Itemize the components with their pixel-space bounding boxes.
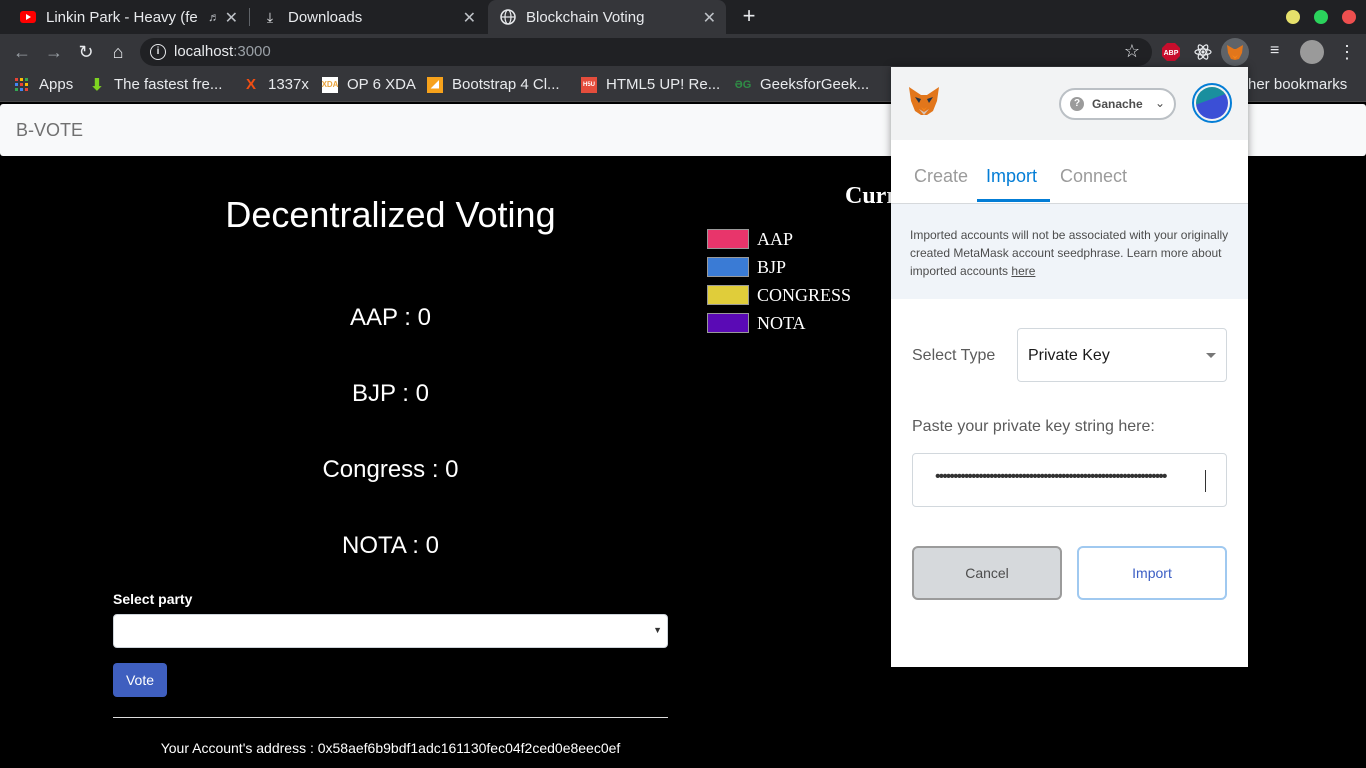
network-selector[interactable]: ? Ganache ⌄	[1059, 88, 1176, 120]
bookmark-fastest[interactable]: ⬇ The fastest fre...	[89, 76, 222, 94]
close-window-button[interactable]	[1342, 10, 1356, 24]
tab-import[interactable]: Import	[986, 166, 1037, 187]
svg-text:ABP: ABP	[1164, 50, 1179, 57]
profile-avatar[interactable]	[1300, 40, 1324, 64]
divider	[113, 717, 668, 718]
close-icon[interactable]: ✕	[463, 8, 476, 28]
new-tab-button[interactable]: +	[738, 5, 760, 27]
active-tab-indicator	[977, 199, 1050, 202]
youtube-icon	[20, 9, 36, 25]
select-type-dropdown[interactable]: Private Key	[1017, 328, 1227, 382]
metamask-header: ? Ganache ⌄	[891, 67, 1248, 140]
close-icon[interactable]: ✕	[225, 8, 238, 28]
speaker-icon: ♬	[208, 10, 220, 24]
chevron-down-icon: ⌄	[1154, 96, 1165, 110]
maximize-button[interactable]	[1314, 10, 1328, 24]
tab-title: Linkin Park - Heavy (fe	[46, 8, 198, 26]
tab-linkin-park[interactable]: Linkin Park - Heavy (fe ♬ ✕	[8, 0, 248, 34]
legend-item-bjp: BJP	[707, 257, 786, 277]
bootstrap-icon: ◢	[427, 76, 443, 93]
apps-grid-icon	[14, 77, 30, 93]
bookmark-1337x[interactable]: X 1337x	[243, 76, 309, 93]
caret-down-icon: ▼	[653, 625, 662, 635]
info-icon[interactable]: i	[150, 44, 166, 60]
private-key-input[interactable]: ••••••••••••••••••••••••••••••••••••••••…	[912, 453, 1227, 507]
tab-connect[interactable]: Connect	[1060, 166, 1127, 187]
dropdown-arrow-icon	[1206, 353, 1216, 358]
bookmark-geeksforgeeks[interactable]: ƏG GeeksforGeek...	[735, 76, 869, 93]
xda-icon: XDA	[322, 76, 338, 93]
tab-downloads[interactable]: ⤓ Downloads ✕	[250, 0, 486, 34]
select-party-label: Select party	[113, 591, 193, 607]
import-button[interactable]: Import	[1077, 546, 1227, 600]
cancel-button[interactable]: Cancel	[912, 546, 1062, 600]
close-icon[interactable]: ✕	[703, 8, 716, 28]
download-icon: ⤓	[266, 8, 274, 25]
legend-swatch	[707, 313, 749, 333]
home-button[interactable]: ⌂	[107, 41, 129, 63]
x-logo-icon: X	[245, 76, 256, 93]
account-avatar[interactable]	[1192, 83, 1232, 123]
question-icon: ?	[1070, 97, 1084, 111]
page-title: Decentralized Voting	[225, 194, 556, 235]
reload-button[interactable]: ↻	[75, 41, 97, 63]
account-address: Your Account's address : 0x58aef6b9bdf1a…	[160, 740, 621, 756]
import-notice: Imported accounts will not be associated…	[891, 204, 1248, 299]
count-nota: NOTA : 0	[342, 532, 439, 559]
html5up-icon: H5U	[581, 76, 597, 93]
learn-more-link[interactable]: here	[1011, 264, 1035, 278]
private-key-label: Paste your private key string here:	[912, 418, 1155, 435]
bookmark-html5up[interactable]: H5U HTML5 UP! Re...	[581, 76, 720, 93]
bookmark-apps[interactable]: Apps	[14, 76, 73, 93]
metamask-fox-icon[interactable]	[907, 85, 941, 117]
browser-toolbar: ← → ↻ ⌂ i localhost:3000 ☆ ABP ≡ ⋮	[0, 34, 1366, 70]
count-bjp: BJP : 0	[352, 380, 429, 407]
adblock-plus-icon[interactable]: ABP	[1161, 42, 1181, 62]
legend-swatch	[707, 257, 749, 277]
address-bar[interactable]: i localhost:3000 ☆	[140, 38, 1152, 66]
bookmark-bootstrap[interactable]: ◢ Bootstrap 4 Cl...	[427, 76, 560, 93]
tab-blockchain-voting[interactable]: Blockchain Voting ✕	[488, 0, 726, 34]
chart-title: Curr	[845, 183, 897, 209]
select-type-label: Select Type	[912, 347, 996, 364]
browser-tab-strip: Linkin Park - Heavy (fe ♬ ✕ ⤓ Downloads …	[0, 0, 1366, 34]
brand-logo[interactable]: B-VOTE	[16, 120, 83, 141]
download-arrow-icon: ⬇	[90, 76, 104, 94]
party-select[interactable]: ▼	[113, 614, 668, 648]
bookmark-op6-xda[interactable]: XDA OP 6 XDA	[322, 76, 416, 93]
gfg-icon: ƏG	[734, 78, 752, 91]
back-button[interactable]: ←	[11, 41, 33, 63]
metamask-popup: ? Ganache ⌄ Create Import Connect Import…	[891, 67, 1248, 667]
vote-button[interactable]: Vote	[113, 663, 167, 697]
tab-title: Downloads	[288, 8, 363, 26]
legend-swatch	[707, 285, 749, 305]
count-congress: Congress : 0	[322, 456, 459, 483]
menu-icon[interactable]: ⋮	[1338, 42, 1358, 62]
count-aap: AAP : 0	[350, 304, 431, 331]
minimize-button[interactable]	[1286, 10, 1300, 24]
bookmark-other[interactable]: her bookmarks	[1248, 76, 1347, 93]
import-tabs: Create Import Connect	[891, 140, 1248, 204]
tab-create[interactable]: Create	[914, 166, 968, 187]
media-control-icon[interactable]: ≡	[1270, 42, 1290, 62]
globe-icon	[500, 9, 516, 25]
bookmark-star-icon[interactable]: ☆	[1124, 41, 1140, 62]
react-devtools-icon[interactable]	[1193, 42, 1213, 62]
legend-swatch	[707, 229, 749, 249]
tab-title: Blockchain Voting	[526, 8, 645, 26]
metamask-extension-icon[interactable]	[1221, 38, 1249, 66]
legend-item-aap: AAP	[707, 229, 793, 249]
legend-item-congress: CONGRESS	[707, 285, 851, 305]
legend-item-nota: NOTA	[707, 313, 806, 333]
text-cursor	[1205, 470, 1206, 492]
forward-button[interactable]: →	[43, 41, 65, 63]
url-text: localhost:3000	[174, 43, 271, 60]
